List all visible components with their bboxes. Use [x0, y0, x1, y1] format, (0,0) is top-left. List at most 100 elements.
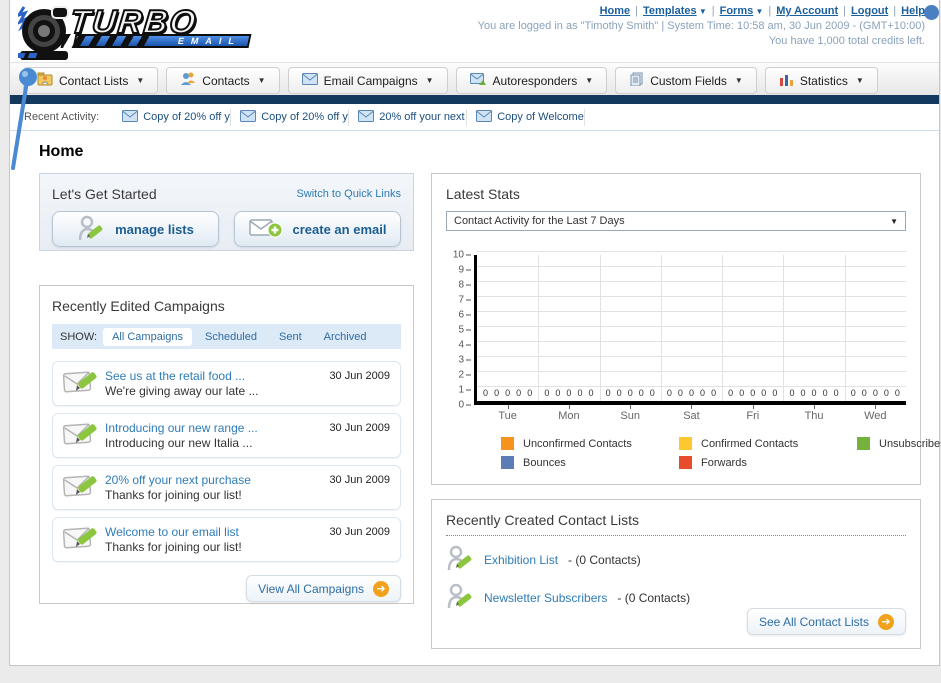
- contact-list-link[interactable]: Exhibition List: [484, 553, 558, 567]
- stats-period-value: Contact Activity for the Last 7 Days: [454, 215, 625, 227]
- chart-value-label: 0: [688, 388, 694, 398]
- legend-label: Confirmed Contacts: [701, 437, 799, 450]
- view-all-campaigns-label: View All Campaigns: [258, 581, 364, 596]
- view-all-campaigns-button[interactable]: View All Campaigns ➜: [246, 575, 401, 602]
- x-axis-label: Tue: [477, 405, 538, 422]
- campaign-filter-scheduled[interactable]: Scheduled: [196, 328, 266, 346]
- chart-y-axis: 0 1 2 3 4 5 6 7 8 9 10: [446, 250, 474, 411]
- chart-value-group: 00000: [783, 388, 844, 398]
- recent-activity-item[interactable]: Copy of 20% off yc: [113, 108, 232, 126]
- campaign-title-link[interactable]: Welcome to our email list: [105, 525, 329, 540]
- envelope-icon: [476, 109, 493, 125]
- chart-value-label: 0: [666, 388, 672, 398]
- navy-divider-bar: [10, 95, 939, 104]
- nav-link-forms[interactable]: Forms: [720, 5, 754, 17]
- campaign-title-link[interactable]: Introducing our new range ...: [105, 421, 329, 436]
- gridline-horizontal: [477, 356, 906, 357]
- y-axis-label: 4: [458, 340, 471, 351]
- chart-value-label: 0: [700, 388, 706, 398]
- tab-statistics[interactable]: Statistics ▼: [764, 67, 878, 94]
- campaign-title-link[interactable]: See us at the retail food ...: [105, 369, 329, 384]
- chevron-down-icon: ▼: [136, 76, 145, 85]
- chart-value-label: 0: [505, 388, 511, 398]
- y-axis-label: 7: [458, 295, 471, 306]
- tab-contacts[interactable]: Contacts ▼: [166, 67, 280, 94]
- chart-value-label: 0: [833, 388, 839, 398]
- nav-link-home[interactable]: Home: [600, 5, 631, 17]
- campaign-filter-bar: SHOW: All Campaigns Scheduled Sent Archived: [52, 324, 401, 349]
- y-axis-label: 1: [458, 385, 471, 396]
- chart-value-label: 0: [728, 388, 734, 398]
- nav-link-templates[interactable]: Templates: [643, 5, 697, 17]
- chart-value-label: 0: [761, 388, 767, 398]
- contact-list-item: Exhibition List - (0 Contacts): [446, 545, 906, 574]
- legend-label: Forwards: [701, 456, 747, 469]
- nav-separator: |: [893, 5, 897, 17]
- legend-label: Unsubscribes: [879, 437, 941, 450]
- app-page: TURBO EMAIL Home | Templates ▼ | Forms ▼ | My …: [3, 0, 941, 666]
- campaign-filter-archived[interactable]: Archived: [315, 328, 376, 346]
- recent-activity-bar: Recent Activity: Copy of 20% off yc Copy …: [10, 104, 939, 131]
- y-axis-label: 9: [458, 265, 471, 276]
- chart-value-label: 0: [739, 388, 745, 398]
- tab-contact-lists[interactable]: Contact Lists ▼: [23, 67, 159, 94]
- logo-subtitle: EMAIL: [72, 34, 252, 48]
- manage-lists-button[interactable]: manage lists: [52, 211, 219, 247]
- chart-value-label: 0: [872, 388, 878, 398]
- switch-quick-links-link[interactable]: Switch to Quick Links: [296, 188, 401, 200]
- legend-label: Unconfirmed Contacts: [523, 437, 632, 450]
- gridline-horizontal: [477, 251, 906, 252]
- nav-link-help[interactable]: Help: [901, 5, 925, 17]
- campaign-filter-sent[interactable]: Sent: [270, 328, 311, 346]
- header: TURBO EMAIL Home | Templates ▼ | Forms ▼ | My …: [3, 0, 939, 62]
- y-axis-label: 10: [453, 250, 471, 261]
- see-all-contact-lists-button[interactable]: See All Contact Lists ➜: [746, 608, 906, 635]
- y-axis-label: 3: [458, 355, 471, 366]
- envelope-pencil-icon: [62, 472, 105, 504]
- campaign-title-link[interactable]: 20% off your next purchase: [105, 473, 329, 488]
- create-an-email-button[interactable]: create an email: [234, 211, 401, 247]
- chart-value-group: 00000: [722, 388, 783, 398]
- gridline-horizontal: [477, 281, 906, 282]
- recent-activity-item[interactable]: Copy of 20% off yc: [231, 108, 350, 126]
- gridline-vertical: [844, 255, 846, 401]
- chart-legend: Unconfirmed Contacts Confirmed Contacts Un…: [501, 437, 941, 469]
- chart-value-label: 0: [494, 388, 500, 398]
- campaign-filter-all-campaigns[interactable]: All Campaigns: [103, 327, 192, 346]
- chart-value-label: 0: [861, 388, 867, 398]
- tab-custom-fields[interactable]: Custom Fields ▼: [615, 67, 757, 94]
- contact-list-link[interactable]: Newsletter Subscribers: [484, 591, 607, 605]
- x-axis-label: Wed: [845, 405, 906, 422]
- chart-value-label: 0: [711, 388, 717, 398]
- nav-link-my-account[interactable]: My Account: [776, 5, 838, 17]
- main-content: Home Let's Get Started Switch to Quick L…: [10, 131, 941, 649]
- chart-value-label: 0: [588, 388, 594, 398]
- gridline-vertical: [599, 255, 601, 401]
- envelope-pencil-icon: [62, 420, 105, 452]
- x-axis-label: Thu: [783, 405, 844, 422]
- campaign-list-item: Introducing our new range ... Introducing…: [52, 413, 401, 458]
- legend-swatch: [501, 437, 514, 450]
- tab-label: Contacts: [202, 73, 250, 88]
- nav-separator: |: [843, 5, 847, 17]
- campaign-list-item: 20% off your next purchase Thanks for joi…: [52, 465, 401, 510]
- chart-value-label: 0: [577, 388, 583, 398]
- stats-period-select[interactable]: Contact Activity for the Last 7 Days ▼: [446, 211, 906, 231]
- chart-value-group: 00000: [845, 388, 906, 398]
- login-info: You are logged in as "Timothy Smith" | S…: [477, 20, 925, 32]
- legend-swatch: [857, 437, 870, 450]
- recently-edited-campaigns-panel: Recently Edited Campaigns SHOW: All Camp…: [39, 285, 414, 604]
- recently-created-contact-lists-panel: Recently Created Contact Lists Exhibitio…: [431, 499, 921, 649]
- tab-email-campaigns[interactable]: Email Campaigns ▼: [287, 67, 448, 94]
- recent-activity-item[interactable]: 20% off your next p: [349, 108, 468, 126]
- tab-autoresponders[interactable]: Autoresponders ▼: [455, 67, 608, 94]
- y-axis-label: 6: [458, 310, 471, 321]
- y-axis-label: 5: [458, 325, 471, 336]
- page-title: Home: [39, 143, 84, 160]
- chart-value-label: 0: [883, 388, 889, 398]
- chart-value-label: 0: [483, 388, 489, 398]
- credits-info: You have 1,000 total credits left.: [768, 35, 925, 47]
- recent-activity-item[interactable]: Copy of Welcome to: [467, 108, 586, 126]
- nav-link-logout[interactable]: Logout: [851, 5, 888, 17]
- contact-list-count: - (0 Contacts): [568, 552, 641, 567]
